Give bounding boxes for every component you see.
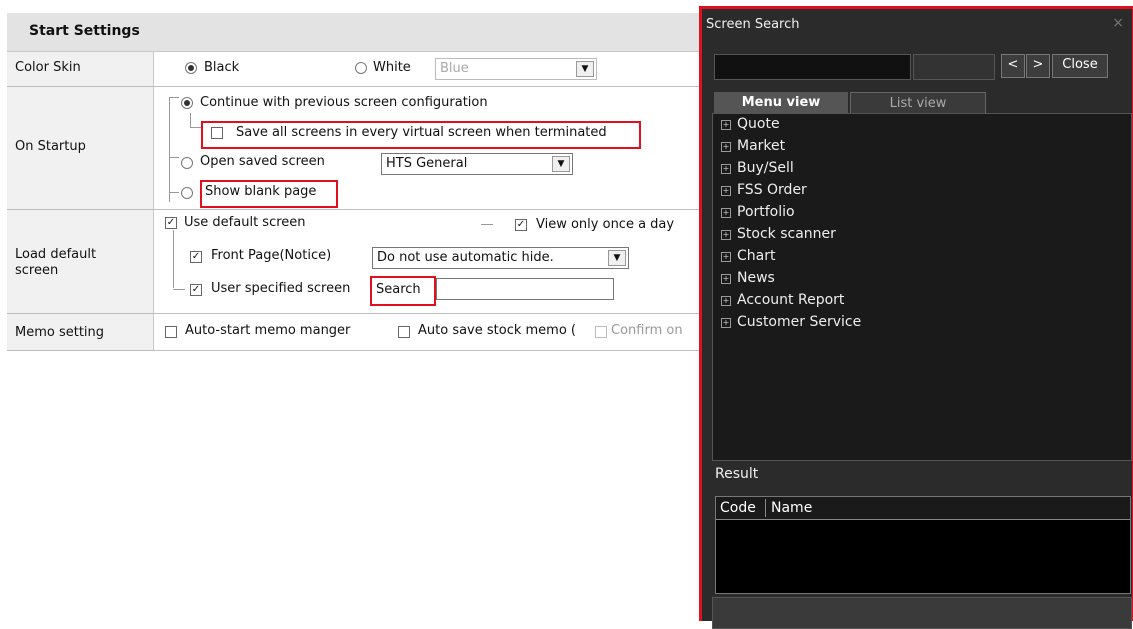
col-name[interactable]: Name <box>771 500 812 516</box>
open-saved-radio[interactable] <box>181 157 193 169</box>
black-radio[interactable] <box>185 62 197 74</box>
load-default-row: Load default screen ✓ Use default screen… <box>7 210 707 314</box>
on-startup-label: On Startup <box>15 139 86 154</box>
expand-icon[interactable]: + <box>721 318 731 328</box>
front-page-checkbox[interactable]: ✓ <box>190 251 202 263</box>
menu-tree: + Quote + Market + Buy/Sell + FSS Order + Por… <box>712 113 1132 461</box>
saved-screen-select[interactable]: HTS General ▼ <box>381 153 573 175</box>
auto-save-label: Auto save stock memo ( <box>418 323 576 338</box>
front-page-select[interactable]: Do not use automatic hide. ▼ <box>372 247 629 269</box>
tree-item[interactable]: + Quote <box>721 116 780 132</box>
auto-start-label: Auto-start memo manger <box>185 323 351 338</box>
tree-item[interactable]: + Portfolio <box>721 204 795 220</box>
open-saved-label: Open saved screen <box>200 154 325 169</box>
view-once-checkbox[interactable]: ✓ <box>515 219 527 231</box>
on-startup-row: On Startup Continue with previous screen… <box>7 87 707 210</box>
save-all-label: Save all screens in every virtual screen… <box>236 125 607 140</box>
tree-item[interactable]: + Account Report <box>721 292 844 308</box>
expand-icon[interactable]: + <box>721 252 731 262</box>
save-all-checkbox[interactable] <box>211 127 223 139</box>
window-title: Screen Search <box>706 17 800 32</box>
blank-page-radio[interactable] <box>181 187 193 199</box>
color-select[interactable]: Blue ▼ <box>435 58 597 80</box>
tree-item[interactable]: + Customer Service <box>721 314 861 330</box>
memo-label: Memo setting <box>15 325 105 340</box>
col-code[interactable]: Code <box>720 500 756 516</box>
expand-icon[interactable]: + <box>721 208 731 218</box>
continue-label: Continue with previous screen configurat… <box>200 95 488 110</box>
user-screen-input[interactable] <box>436 278 614 300</box>
tree-item[interactable]: + Market <box>721 138 785 154</box>
close-button[interactable]: Close <box>1052 54 1108 78</box>
color-skin-row: Color Skin Black White Blue ▼ <box>7 52 707 87</box>
blank-page-label: Show blank page <box>205 184 317 199</box>
use-default-label: Use default screen <box>184 215 306 230</box>
tree-item[interactable]: + News <box>721 270 775 286</box>
expand-icon[interactable]: + <box>721 274 731 284</box>
white-label: White <box>373 60 411 75</box>
close-icon[interactable]: × <box>1112 15 1124 31</box>
confirm-checkbox[interactable] <box>595 326 607 338</box>
search-button[interactable]: Search <box>376 282 421 297</box>
start-settings-panel: Start Settings Color Skin Black White Bl… <box>7 13 717 353</box>
memo-row: Memo setting Auto-start memo manger Auto… <box>7 314 707 351</box>
user-specified-label: User specified screen <box>211 281 351 296</box>
status-bar <box>712 597 1132 629</box>
expand-icon[interactable]: + <box>721 230 731 240</box>
tree-item[interactable]: + Chart <box>721 248 775 264</box>
tree-item[interactable]: + FSS Order <box>721 182 807 198</box>
load-default-label-1: Load default <box>15 247 97 262</box>
result-table: Code Name <box>715 496 1131 594</box>
search-input[interactable] <box>714 54 911 80</box>
expand-icon[interactable]: + <box>721 164 731 174</box>
tab-menu-view[interactable]: Menu view <box>714 92 848 114</box>
auto-start-checkbox[interactable] <box>165 326 177 338</box>
next-button[interactable]: > <box>1026 54 1050 78</box>
white-radio[interactable] <box>355 62 367 74</box>
confirm-label: Confirm on <box>611 323 683 338</box>
user-specified-checkbox[interactable]: ✓ <box>190 284 202 296</box>
load-default-label-2: screen <box>15 263 59 278</box>
screen-search-window: Screen Search × < > Close Menu view List… <box>699 6 1133 629</box>
front-page-label: Front Page(Notice) <box>211 248 332 263</box>
expand-icon[interactable]: + <box>721 186 731 196</box>
view-once-label: View only once a day <box>536 217 675 232</box>
settings-title: Start Settings <box>29 23 140 39</box>
result-label: Result <box>715 466 759 482</box>
prev-button[interactable]: < <box>1001 54 1025 78</box>
continue-radio[interactable] <box>181 97 193 109</box>
tree-item[interactable]: + Stock scanner <box>721 226 836 242</box>
use-default-checkbox[interactable]: ✓ <box>165 217 177 229</box>
black-label: Black <box>204 60 240 75</box>
settings-header: Start Settings <box>7 13 707 52</box>
expand-icon[interactable]: + <box>721 142 731 152</box>
chevron-down-icon: ▼ <box>576 61 594 77</box>
chevron-down-icon: ▼ <box>552 156 570 172</box>
color-skin-label: Color Skin <box>15 60 81 75</box>
tree-item[interactable]: + Buy/Sell <box>721 160 794 176</box>
result-table-header: Code Name <box>716 497 1130 520</box>
search-secondary-field[interactable] <box>913 54 995 80</box>
expand-icon[interactable]: + <box>721 296 731 306</box>
expand-icon[interactable]: + <box>721 120 731 130</box>
auto-save-checkbox[interactable] <box>398 326 410 338</box>
chevron-down-icon: ▼ <box>608 250 626 266</box>
